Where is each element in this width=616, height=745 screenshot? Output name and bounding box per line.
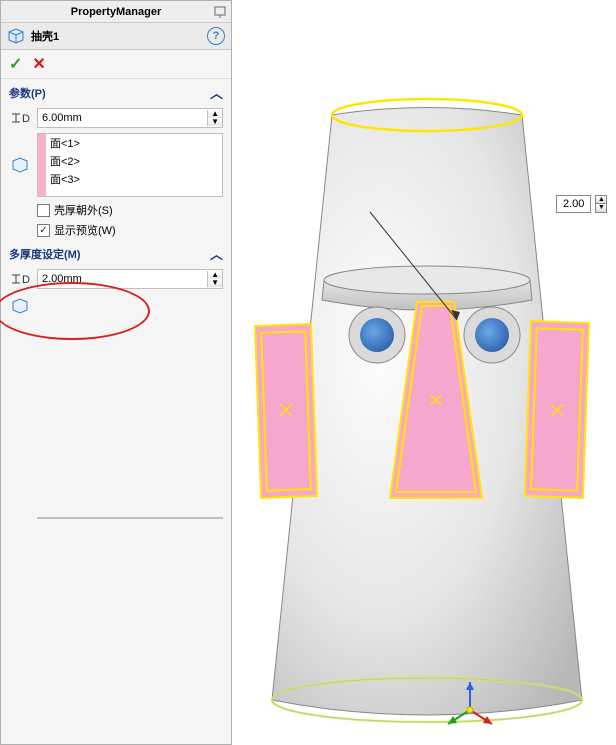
chevron-up-icon-2[interactable]: ︿ — [210, 244, 223, 263]
ok-cancel-row: ✓ ✕ — [1, 50, 231, 79]
dimension-dec[interactable]: ▼ — [595, 204, 607, 213]
list-item[interactable]: 面<3> — [46, 170, 222, 188]
multi-section-label: 多厚度设定(M) — [9, 246, 81, 262]
thickness1-input[interactable] — [38, 112, 207, 124]
list-item[interactable]: 面<2> — [46, 152, 222, 170]
feature-title: 抽壳1 — [31, 28, 59, 44]
help-icon[interactable]: ? — [207, 27, 225, 45]
dimension-value: 2.00 — [556, 195, 591, 213]
shell-outward-label: 壳厚朝外(S) — [54, 202, 113, 218]
faces2-row: 面<4>面<5>面<6>面<7>面<8>面<9>面<10>面<11>面<12>面… — [1, 291, 231, 744]
thickness1-dec[interactable]: ▼ — [208, 118, 222, 126]
svg-text:D1: D1 — [22, 113, 31, 125]
cancel-button[interactable]: ✕ — [32, 54, 45, 74]
shell-outward-checkbox[interactable] — [37, 204, 50, 217]
chevron-up-icon[interactable]: ︿ — [210, 83, 223, 102]
params-section-label: 参数(P) — [9, 85, 46, 101]
thickness2-spinner[interactable]: ▲▼ — [37, 269, 223, 289]
list-item[interactable]: 面<1> — [46, 134, 222, 152]
shell-feature-icon — [7, 27, 25, 45]
thickness2-row: D1 ▲▼ — [1, 267, 231, 291]
params-section-header[interactable]: 参数(P) ︿ — [1, 79, 231, 106]
face-select-icon-2 — [9, 297, 31, 315]
property-manager-panel: PropertyManager 抽壳1 ? ✓ ✕ 参数(P) ︿ D1 ▲▼ — [0, 0, 232, 745]
thickness1-spinner[interactable]: ▲▼ — [37, 108, 223, 128]
multi-section-header[interactable]: 多厚度设定(M) ︿ — [1, 240, 231, 267]
svg-text:D1: D1 — [22, 274, 31, 286]
feature-header: 抽壳1 ? — [1, 23, 231, 50]
pm-header: PropertyManager — [1, 1, 231, 23]
thickness2-dec[interactable]: ▼ — [208, 279, 222, 287]
faces1-row: 面<1>面<2>面<3> — [1, 130, 231, 200]
thickness2-input[interactable] — [38, 273, 207, 285]
pushpin-icon[interactable] — [209, 5, 231, 19]
shell-outward-row: 壳厚朝外(S) — [1, 200, 231, 220]
show-preview-checkbox[interactable] — [37, 224, 50, 237]
show-preview-row: 显示预览(W) — [1, 220, 231, 240]
faces1-listbox[interactable]: 面<1>面<2>面<3> — [37, 133, 223, 197]
model-render — [232, 0, 616, 745]
thickness2-dimension-icon: D1 — [9, 271, 31, 287]
thickness-dimension-icon: D1 — [9, 110, 31, 126]
ok-button[interactable]: ✓ — [9, 54, 22, 74]
show-preview-label: 显示预览(W) — [54, 222, 116, 238]
pm-title: PropertyManager — [23, 6, 209, 18]
dimension-inc[interactable]: ▲ — [595, 195, 607, 204]
thickness1-row: D1 ▲▼ — [1, 106, 231, 130]
faces1-pinkbar — [38, 134, 46, 196]
dimension-callout[interactable]: 2.00 ▲ ▼ — [556, 195, 607, 213]
model-viewport[interactable]: 2.00 ▲ ▼ — [232, 0, 616, 745]
faces2-listbox[interactable]: 面<4>面<5>面<6>面<7>面<8>面<9>面<10>面<11>面<12>面… — [37, 517, 223, 519]
face-select-icon — [9, 156, 31, 174]
